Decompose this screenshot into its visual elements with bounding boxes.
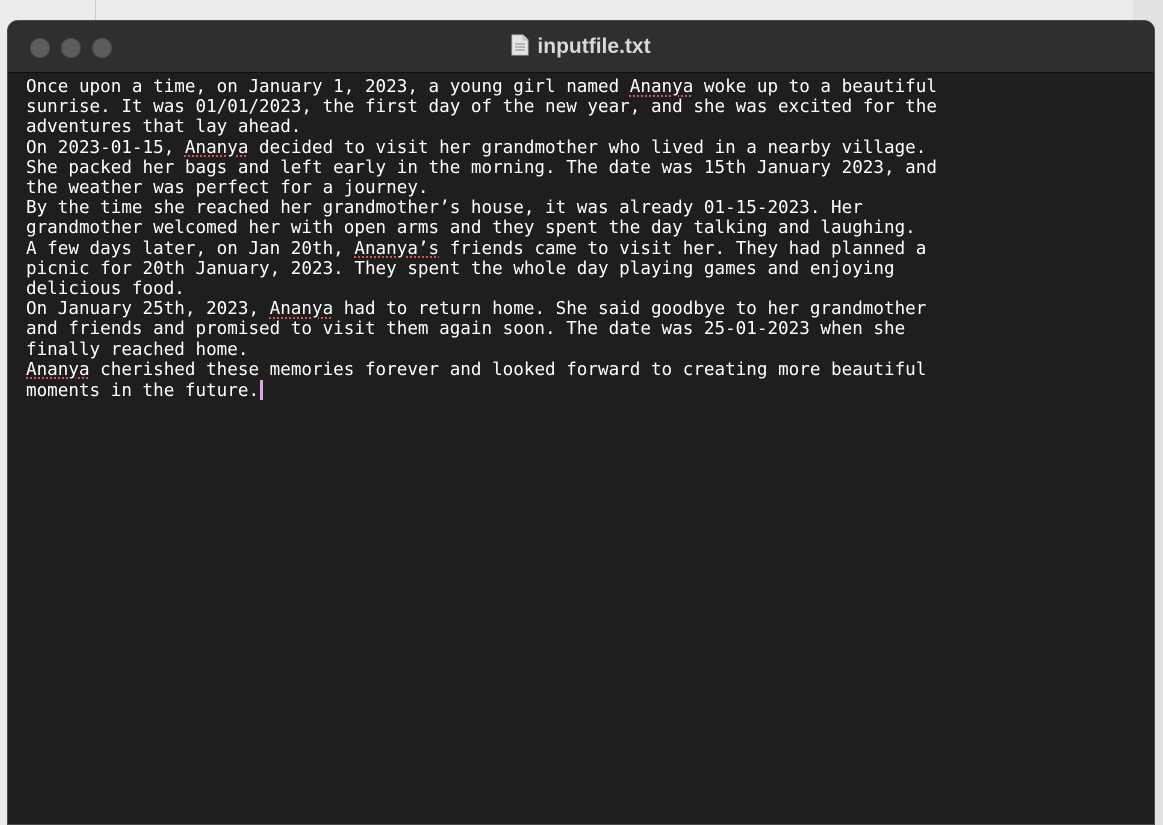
text-segment: She packed her bags and left early in th… [26, 157, 937, 178]
window-title: inputfile.txt [537, 35, 651, 58]
text-segment: and friends and promised to visit them a… [26, 319, 906, 340]
text-segment: On January 25th, 2023, [26, 299, 270, 320]
text-line: sunrise. It was 01/01/2023, the first da… [26, 97, 1150, 117]
text-segment: friends came to visit her. They had plan… [439, 238, 927, 259]
text-line: finally reached home. [26, 340, 1150, 360]
text-segment: By the time she reached her grandmother’… [26, 198, 863, 219]
background-divider [95, 0, 96, 20]
text-editing-area[interactable]: Once upon a time, on January 1, 2023, a … [26, 77, 1150, 401]
text-segment: adventures that lay ahead. [26, 117, 302, 138]
text-segment: woke up to a beautiful [693, 77, 937, 97]
text-line: A few days later, on Jan 20th, Ananya’s … [26, 239, 1150, 259]
text-line: delicious food. [26, 279, 1150, 299]
text-segment: cherished these memories forever and loo… [89, 359, 927, 380]
text-line: picnic for 20th January, 2023. They spen… [26, 259, 1150, 279]
misspelled-word: Ananya [184, 137, 249, 158]
text-line: Once upon a time, on January 1, 2023, a … [26, 77, 1150, 97]
text-segment: On 2023-01-15, [26, 137, 185, 158]
text-segment: picnic for 20th January, 2023. They spen… [26, 258, 895, 279]
text-segment: finally reached home. [26, 339, 249, 360]
text-line: and friends and promised to visit them a… [26, 319, 1150, 339]
misspelled-word: Ananya’s [354, 238, 440, 259]
text-line: adventures that lay ahead. [26, 117, 1150, 137]
text-editor-window: inputfile.txt Once upon a time, on Janua… [7, 20, 1155, 825]
text-segment: delicious food. [26, 279, 185, 300]
document-icon [511, 34, 529, 56]
misspelled-word: Ananya [26, 359, 90, 380]
text-line: By the time she reached her grandmother’… [26, 198, 1150, 218]
text-line: She packed her bags and left early in th… [26, 158, 1150, 178]
text-segment: A few days later, on Jan 20th, [26, 238, 355, 259]
misspelled-word: Ananya [629, 77, 694, 97]
text-segment: decided to visit her grandmother who liv… [248, 137, 927, 158]
text-segment: sunrise. It was 01/01/2023, the first da… [26, 97, 937, 118]
text-segment: the weather was perfect for a journey. [26, 178, 429, 199]
text-segment: grandmother welcomed her with open arms … [26, 218, 916, 239]
text-line: the weather was perfect for a journey. [26, 178, 1150, 198]
text-line: On January 25th, 2023, Ananya had to ret… [26, 299, 1150, 319]
text-line: On 2023-01-15, Ananya decided to visit h… [26, 138, 1150, 158]
text-line: grandmother welcomed her with open arms … [26, 218, 1150, 238]
text-segment: had to return home. She said goodbye to … [333, 299, 927, 320]
title-bar[interactable]: inputfile.txt [8, 21, 1154, 73]
text-cursor [260, 380, 264, 401]
text-segment: Once upon a time, on January 1, 2023, a … [26, 77, 630, 97]
text-line: moments in the future. [26, 380, 1150, 401]
text-line: Ananya cherished these memories forever … [26, 360, 1150, 380]
text-segment: moments in the future. [26, 381, 260, 402]
window-title-group: inputfile.txt [8, 34, 1154, 60]
misspelled-word: Ananya [269, 299, 334, 320]
